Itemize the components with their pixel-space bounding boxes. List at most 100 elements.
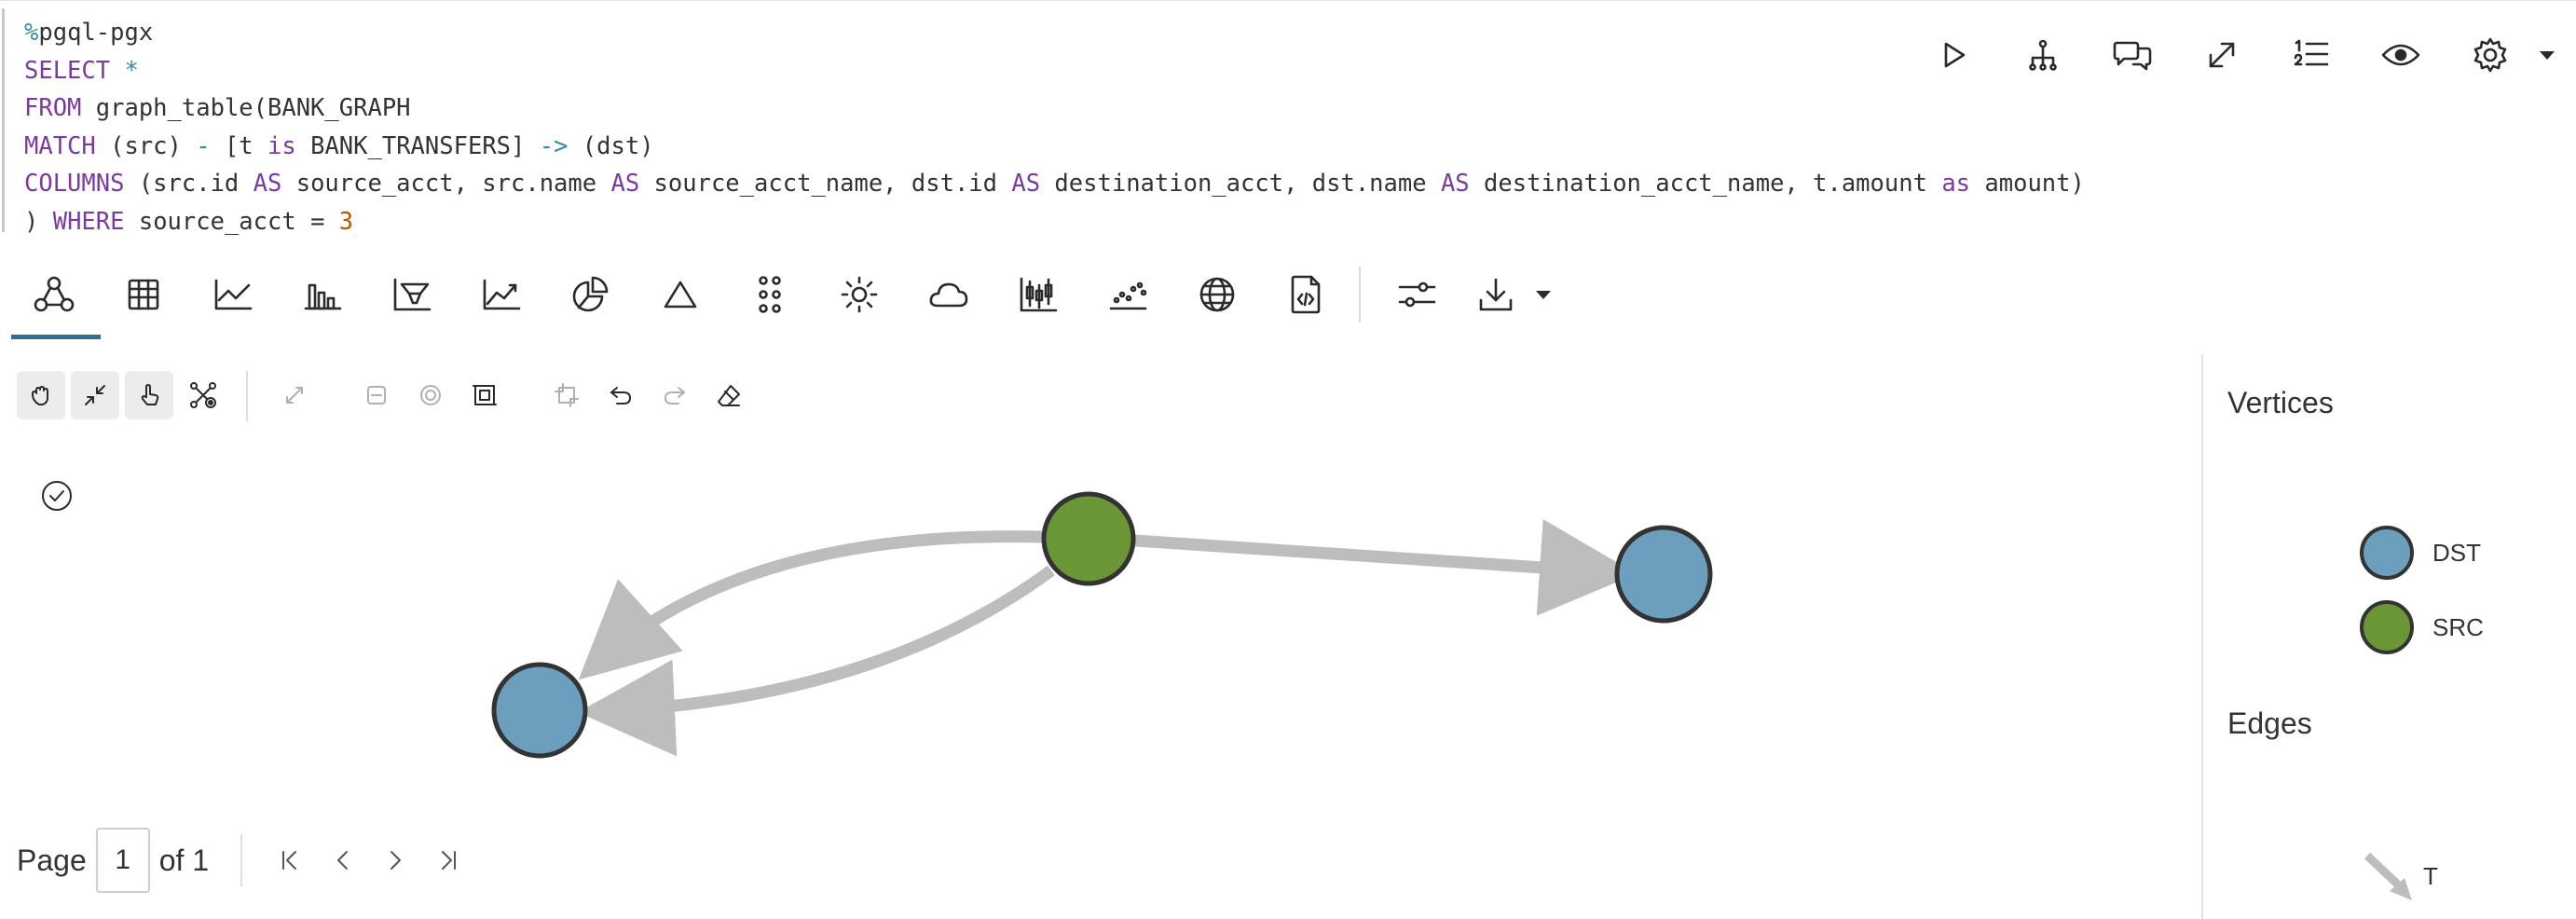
sun-icon bbox=[841, 276, 878, 313]
tab-line-chart[interactable] bbox=[188, 250, 278, 339]
columns-p1: (src.id bbox=[124, 170, 253, 198]
tab-pyramid-chart[interactable] bbox=[636, 250, 725, 339]
visibility-button[interactable] bbox=[2356, 29, 2446, 81]
next-page-button[interactable] bbox=[369, 834, 421, 886]
focus-button[interactable] bbox=[406, 371, 455, 419]
select-keyword: SELECT bbox=[24, 56, 111, 85]
run-button[interactable] bbox=[1909, 29, 1998, 81]
as-keyword: as bbox=[1941, 170, 1971, 198]
page-number-input[interactable]: 1 bbox=[95, 828, 150, 893]
legend-edge-t[interactable]: T bbox=[2360, 848, 2438, 904]
legend-edge-arrow-icon bbox=[2364, 852, 2412, 900]
graph-layout-icon bbox=[190, 382, 216, 408]
first-page-icon bbox=[282, 851, 297, 870]
tab-funnel-chart[interactable] bbox=[367, 250, 457, 339]
tab-pie-chart[interactable] bbox=[546, 250, 636, 339]
fullscreen-button[interactable] bbox=[2177, 29, 2267, 81]
funnel-chart-icon bbox=[393, 278, 432, 311]
settings-dropdown[interactable] bbox=[2535, 29, 2559, 81]
fit-to-screen-button[interactable] bbox=[71, 371, 119, 419]
caret-down-icon bbox=[2540, 51, 2555, 60]
edge-src-to-dst-right[interactable] bbox=[1134, 518, 1637, 616]
graph-node-src[interactable] bbox=[1041, 491, 1136, 586]
graph-legend: Vertices DST SRC Edges T bbox=[2203, 354, 2576, 919]
line-numbers-button[interactable] bbox=[2267, 29, 2356, 81]
pyramid-icon bbox=[664, 281, 697, 309]
chevron-left-icon bbox=[337, 851, 349, 870]
comments-button[interactable] bbox=[2088, 29, 2177, 81]
tab-area-chart[interactable] bbox=[457, 250, 546, 339]
page-total-label: of 1 bbox=[158, 843, 210, 877]
chevron-right-icon bbox=[391, 851, 402, 870]
code-file-icon bbox=[1291, 275, 1321, 314]
pgql-query[interactable]: %pgql-pgx SELECT * FROM graph_table(BANK… bbox=[24, 14, 2085, 240]
redo-button[interactable] bbox=[651, 371, 699, 419]
code-editor[interactable]: %pgql-pgx SELECT * FROM graph_table(BANK… bbox=[0, 0, 2576, 241]
run-icon bbox=[1944, 42, 1966, 68]
hierarchy-button[interactable] bbox=[1998, 29, 2088, 81]
pagination: Page 1 of 1 bbox=[17, 828, 473, 893]
legend-vertex-src[interactable]: SRC bbox=[2360, 600, 2484, 654]
tab-table[interactable] bbox=[99, 250, 188, 339]
first-page-button[interactable] bbox=[265, 834, 317, 886]
clear-button[interactable] bbox=[705, 371, 753, 419]
edge-src-to-dst-left-upper[interactable] bbox=[578, 530, 1043, 680]
tab-tag-cloud[interactable] bbox=[904, 250, 993, 339]
visualization-settings-button[interactable] bbox=[1372, 250, 1461, 339]
pan-tool-button[interactable] bbox=[17, 371, 65, 419]
fit-icon bbox=[85, 385, 105, 405]
legend-vertex-dst[interactable]: DST bbox=[2360, 526, 2481, 580]
tab-map[interactable] bbox=[1172, 250, 1262, 339]
graph-node-dst[interactable] bbox=[491, 662, 588, 759]
graph-toolbar bbox=[0, 363, 839, 429]
globe-icon bbox=[1199, 277, 1235, 312]
scatter-icon bbox=[1109, 281, 1147, 310]
undo-button[interactable] bbox=[596, 371, 645, 419]
legend-label-src: SRC bbox=[2432, 612, 2484, 641]
cloud-icon bbox=[929, 282, 968, 308]
settings-button[interactable] bbox=[2446, 29, 2535, 81]
columns-p3: source_acct_name, dst.id bbox=[639, 170, 1012, 198]
graph-layout-button[interactable] bbox=[179, 371, 227, 419]
as-keyword: AS bbox=[1440, 170, 1470, 198]
tab-scatter-chart[interactable] bbox=[1083, 250, 1172, 339]
bar-chart-icon bbox=[304, 283, 342, 310]
collapse-button[interactable] bbox=[352, 371, 401, 419]
download-dropdown[interactable] bbox=[1515, 250, 1571, 339]
edge-src-to-dst-left-lower[interactable] bbox=[578, 565, 1055, 757]
where-keyword: WHERE bbox=[52, 207, 125, 236]
select-hand-icon bbox=[141, 384, 159, 405]
tab-custom-visualization[interactable] bbox=[1262, 250, 1351, 339]
page-number-value: 1 bbox=[115, 844, 131, 875]
tab-bar-chart[interactable] bbox=[278, 250, 367, 339]
columns-p5: destination_acct_name, t.amount bbox=[1469, 170, 1942, 198]
expand-icon bbox=[2209, 42, 2235, 68]
collapse-icon bbox=[367, 386, 386, 405]
group-icon bbox=[555, 383, 579, 407]
match-mid2: BANK_TRANSFERS] bbox=[295, 131, 540, 160]
graph-canvas[interactable] bbox=[0, 429, 2199, 820]
tab-dot-chart[interactable] bbox=[725, 250, 815, 339]
legend-label-t: T bbox=[2423, 861, 2438, 890]
candlestick-icon bbox=[1020, 277, 1058, 312]
area-chart-icon bbox=[483, 279, 521, 310]
frame-button[interactable] bbox=[460, 371, 509, 419]
tab-graph[interactable] bbox=[9, 250, 101, 339]
expand-button[interactable] bbox=[270, 371, 319, 419]
select-tool-button[interactable] bbox=[125, 371, 173, 419]
tab-boxplot-chart[interactable] bbox=[993, 250, 1083, 339]
tab-sunburst-chart[interactable] bbox=[815, 250, 904, 339]
settings-sliders-icon bbox=[1398, 281, 1436, 308]
legend-swatch-dst bbox=[2360, 526, 2414, 580]
graph-node-dst[interactable] bbox=[1614, 525, 1713, 624]
previous-page-button[interactable] bbox=[317, 834, 369, 886]
as-keyword: AS bbox=[610, 170, 640, 198]
pie-chart-icon bbox=[572, 276, 609, 312]
editor-gutter bbox=[2, 8, 5, 232]
match-keyword: MATCH bbox=[24, 131, 96, 160]
magic-percent: % bbox=[24, 19, 39, 47]
group-button[interactable] bbox=[542, 371, 591, 419]
select-star: * bbox=[110, 56, 139, 85]
last-page-button[interactable] bbox=[421, 834, 473, 886]
legend-edges-title: Edges bbox=[2227, 706, 2312, 740]
